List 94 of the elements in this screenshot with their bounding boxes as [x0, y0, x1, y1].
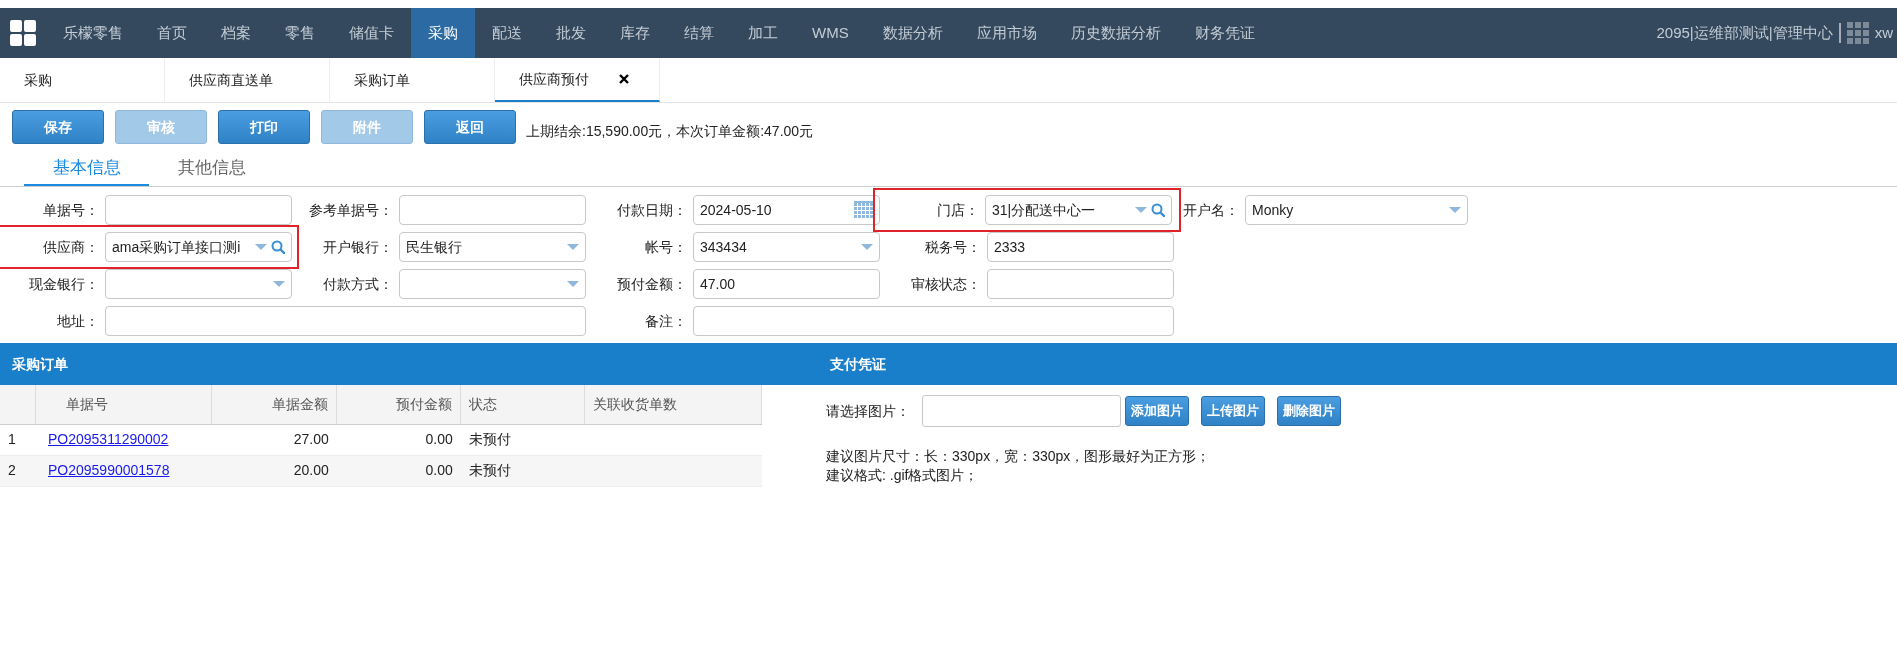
input-field[interactable] — [399, 195, 586, 225]
select-field[interactable]: 343434 — [693, 232, 880, 262]
field-label: 帐号： — [644, 237, 688, 257]
nav-item[interactable]: 档案 — [204, 8, 268, 58]
nav-item[interactable]: 批发 — [539, 8, 603, 58]
calendar-icon[interactable] — [854, 201, 873, 219]
user-name[interactable]: xw — [1874, 21, 1893, 45]
row-number: 1 — [0, 424, 36, 455]
brand-name: 乐檬零售 — [62, 22, 124, 43]
caret-icon — [273, 281, 285, 287]
date-field[interactable]: 2024-05-10 — [693, 195, 880, 225]
caret-icon — [255, 244, 267, 250]
close-icon[interactable] — [619, 74, 629, 84]
column-header: 预付金额 — [336, 385, 461, 424]
nav-item[interactable]: WMS — [795, 8, 866, 58]
field-label: 付款方式： — [322, 274, 394, 294]
nav-item[interactable]: 财务凭证 — [1177, 8, 1272, 58]
nav-item[interactable]: 库存 — [603, 8, 667, 58]
nav-item[interactable]: 配送 — [475, 8, 539, 58]
field-label: 税务号： — [924, 237, 982, 257]
search-icon[interactable] — [271, 240, 285, 254]
column-header: 单据金额 — [211, 385, 337, 424]
image-button[interactable]: 删除图片 — [1277, 396, 1341, 426]
select-field[interactable]: 民生银行 — [399, 232, 586, 262]
field-label: 审核状态： — [910, 274, 982, 294]
table-cell: 0.00 — [336, 424, 461, 455]
summary-text: 上期结余:15,590.00元，本次订单金额:47.00元 — [526, 121, 814, 141]
info-tab[interactable]: 其他信息 — [149, 151, 274, 186]
hint-text: 建议格式: .gif格式图片； — [826, 466, 980, 485]
input-field[interactable] — [987, 269, 1174, 299]
field-label: 请选择图片： — [826, 401, 910, 421]
page-tab[interactable]: 采购订单 — [330, 58, 495, 102]
search-select-field[interactable]: 31|分配送中心一 — [985, 195, 1172, 225]
field-label: 预付金额： — [616, 274, 688, 294]
input-field[interactable] — [105, 195, 292, 225]
toolbar-button[interactable]: 返回 — [424, 110, 516, 144]
field-label: 单据号： — [42, 200, 100, 220]
table-cell: 0.00 — [336, 455, 461, 486]
table-cell: 未预付 — [460, 424, 585, 455]
file-field[interactable] — [922, 395, 1121, 427]
field-label: 开户银行： — [322, 237, 394, 257]
table-cell: 未预付 — [460, 455, 585, 486]
toolbar-button[interactable]: 打印 — [218, 110, 310, 144]
input-field[interactable] — [105, 306, 586, 336]
column-header: 单据号 — [36, 385, 212, 424]
grid-icon[interactable] — [1846, 22, 1869, 44]
toolbar-button[interactable]: 保存 — [12, 110, 104, 144]
search-icon[interactable] — [1151, 203, 1165, 217]
nav-item[interactable]: 应用市场 — [959, 8, 1054, 58]
field-label: 供应商： — [42, 237, 100, 257]
column-header: 关联收货单数 — [584, 385, 762, 424]
input-field[interactable]: 2333 — [987, 232, 1174, 262]
field-label: 开户名： — [1182, 200, 1240, 220]
section-title: 支付凭证 — [830, 354, 886, 374]
field-label: 门店： — [936, 200, 980, 220]
page-tab[interactable]: 采购 — [0, 58, 165, 102]
field-label: 备注： — [644, 311, 688, 331]
page-tab[interactable]: 供应商直送单 — [165, 58, 330, 102]
caret-icon — [567, 281, 579, 287]
select-field[interactable]: Monky — [1245, 195, 1468, 225]
section-title: 采购订单 — [12, 354, 68, 374]
select-field[interactable] — [399, 269, 586, 299]
caret-icon — [861, 244, 873, 250]
org-label: 2095|运维部测试|管理中心 — [1656, 22, 1833, 43]
field-label: 参考单据号： — [308, 200, 394, 220]
apps-icon[interactable] — [10, 20, 36, 46]
caret-icon — [1449, 207, 1461, 213]
image-button[interactable]: 添加图片 — [1125, 396, 1189, 426]
nav-item[interactable]: 结算 — [667, 8, 731, 58]
order-link[interactable]: PO2095311290002 — [48, 431, 169, 447]
info-tab[interactable]: 基本信息 — [24, 151, 149, 186]
select-field[interactable] — [105, 269, 292, 299]
image-button[interactable]: 上传图片 — [1201, 396, 1265, 426]
field-label: 付款日期： — [616, 200, 688, 220]
nav-item[interactable]: 数据分析 — [865, 8, 960, 58]
caret-icon — [567, 244, 579, 250]
field-label: 地址： — [56, 311, 100, 331]
field-label: 现金银行： — [28, 274, 100, 294]
search-select-field[interactable]: ama采购订单接口测i — [105, 232, 292, 262]
input-field[interactable]: 47.00 — [693, 269, 880, 299]
caret-icon — [1135, 207, 1147, 213]
input-field[interactable] — [693, 306, 1174, 336]
nav-item[interactable]: 储值卡 — [332, 8, 411, 58]
nav-item[interactable]: 首页 — [140, 8, 204, 58]
nav-item[interactable]: 零售 — [268, 8, 332, 58]
row-number: 2 — [0, 455, 36, 486]
nav-item[interactable]: 历史数据分析 — [1053, 8, 1178, 58]
nav-item[interactable]: 采购 — [411, 8, 475, 58]
table-cell: 27.00 — [211, 424, 337, 455]
table-cell: 20.00 — [211, 455, 337, 486]
column-header: 状态 — [460, 385, 585, 424]
hint-text: 建议图片尺寸：长：330px，宽：330px，图形最好为正方形； — [826, 447, 1212, 466]
nav-item[interactable]: 加工 — [731, 8, 795, 58]
page-tab[interactable]: 供应商预付 — [495, 58, 660, 102]
